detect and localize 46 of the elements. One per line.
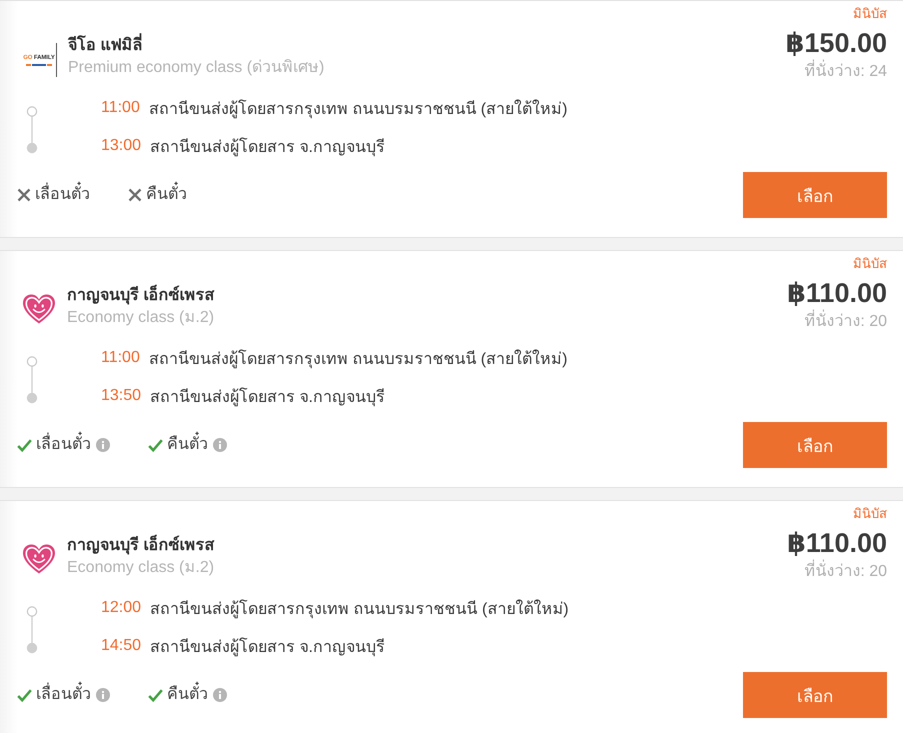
- select-button[interactable]: เลือก: [743, 172, 887, 218]
- smiling-heart-icon: [22, 293, 56, 325]
- select-button[interactable]: เลือก: [743, 422, 887, 468]
- station-name: สถานีขนส่งผู้โดยสาร จ.กาญจนบุรี: [150, 386, 385, 408]
- vehicle-type: มินิบัส: [853, 255, 887, 272]
- stop-time: 12:00: [101, 599, 142, 617]
- station-name: สถานีขนส่งผู้โดยสาร จ.กาญจนบุรี: [150, 636, 385, 658]
- ticket-price: ฿150.00: [786, 27, 887, 59]
- info-icon[interactable]: [213, 688, 227, 702]
- operator-name: กาญจนบุรี เอ็กซ์เพรส: [67, 285, 214, 307]
- arrival-dot-icon: [26, 642, 38, 654]
- stop-time: 11:00: [101, 99, 140, 117]
- station-name: สถานีขนส่งผู้โดยสารกรุงเทพ ถนนบรมราชชนนี (สายใต้ใหม่): [148, 348, 568, 370]
- smiling-heart-icon: [22, 543, 56, 575]
- departure-dot-icon: [26, 106, 38, 117]
- ticket-price: ฿110.00: [787, 277, 887, 309]
- ticket-price: ฿110.00: [787, 527, 887, 559]
- info-icon[interactable]: [96, 688, 110, 702]
- departure-dot-icon: [26, 606, 38, 617]
- route-line: [31, 116, 33, 143]
- station-name: สถานีขนส่งผู้โดยสารกรุงเทพ ถนนบรมราชชนนี (สายใต้ใหม่): [148, 98, 568, 120]
- departure-dot-icon: [26, 356, 38, 367]
- stop-time: 14:50: [101, 637, 142, 655]
- seats-available: ที่นั่งว่าง: 24: [804, 62, 887, 82]
- info-icon[interactable]: [213, 438, 227, 452]
- seats-available: ที่นั่งว่าง: 20: [804, 312, 887, 332]
- arrival-dot-icon: [26, 392, 38, 404]
- operator-name: จีโอ แฟมิลี่: [68, 35, 324, 57]
- operator-name: กาญจนบุรี เอ็กซ์เพรส: [67, 535, 214, 557]
- vehicle-type: มินิบัส: [853, 505, 887, 522]
- stop-time: 13:00: [101, 137, 142, 155]
- seat-class: Economy class (ม.2): [67, 308, 214, 328]
- seat-class: Economy class (ม.2): [67, 558, 214, 578]
- station-name: สถานีขนส่งผู้โดยสารกรุงเทพ ถนนบรมราชชนนี (สายใต้ใหม่): [150, 598, 569, 620]
- info-icon[interactable]: [96, 438, 110, 452]
- seat-class: Premium economy class (ด่วนพิเศษ): [68, 58, 324, 78]
- stop-time: 11:00: [101, 349, 140, 367]
- logo-stripe-drawing: [26, 64, 52, 66]
- select-button[interactable]: เลือก: [743, 672, 887, 718]
- route-line: [31, 616, 33, 643]
- seats-available: ที่นั่งว่าง: 20: [804, 562, 887, 582]
- station-name: สถานีขนส่งผู้โดยสาร จ.กาญจนบุรี: [150, 136, 385, 158]
- arrival-dot-icon: [26, 142, 38, 154]
- route-line: [31, 366, 33, 393]
- vehicle-type: มินิบัส: [853, 5, 887, 22]
- stop-time: 13:50: [101, 387, 142, 405]
